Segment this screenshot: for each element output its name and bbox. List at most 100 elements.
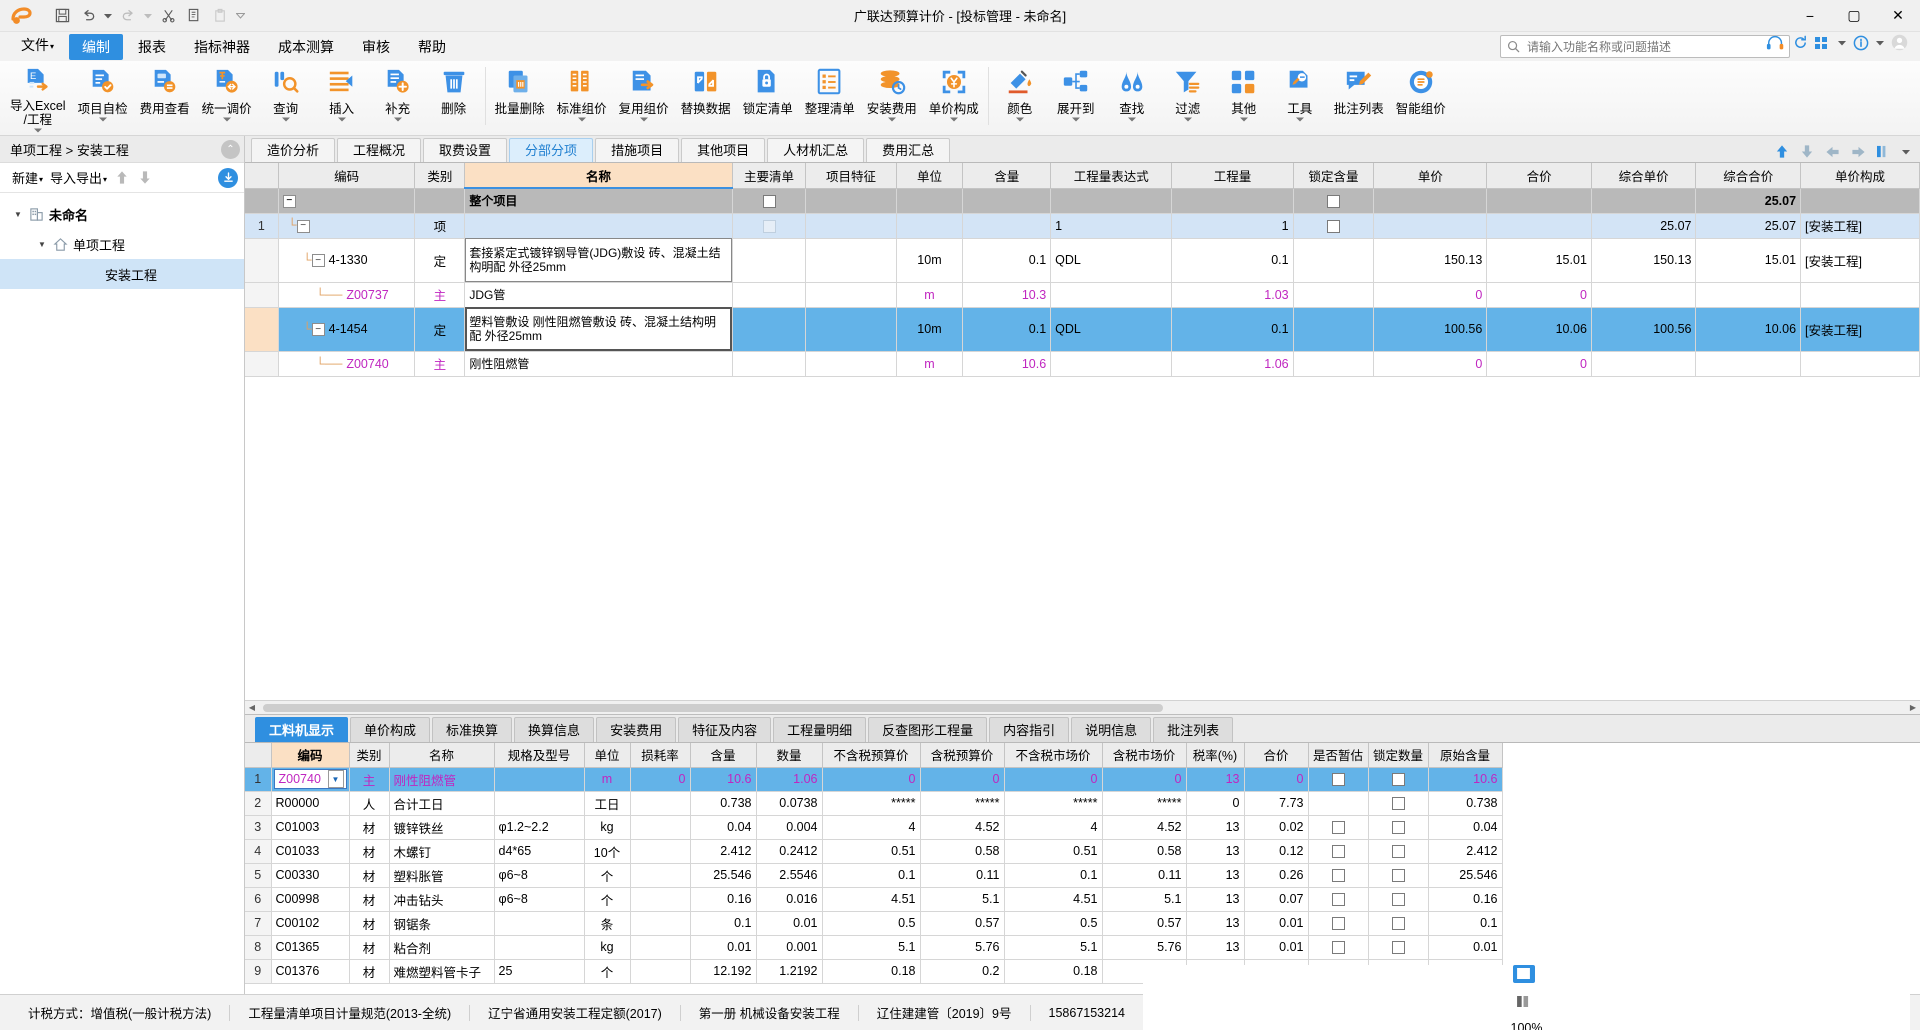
download-icon[interactable] — [218, 167, 238, 188]
ribbon-button-replace-data[interactable]: 替换数据 — [675, 61, 737, 135]
ribbon-button-insert[interactable]: 插入 — [314, 61, 370, 135]
tree-expander-icon[interactable]: ▼ — [34, 240, 50, 249]
refresh-icon[interactable] — [1793, 35, 1808, 50]
ribbon-button-fee-view[interactable]: 费用查看 — [134, 61, 196, 135]
save-icon[interactable] — [50, 4, 74, 28]
cell-lock-qty[interactable] — [1368, 839, 1429, 864]
cell-major-checkbox[interactable] — [732, 213, 807, 239]
cell-code[interactable]: C01365 — [271, 935, 350, 960]
ribbon-button-unit-price-composition[interactable]: 单价构成 — [923, 61, 985, 135]
ribbon-button-find[interactable]: 查找 — [1104, 61, 1160, 135]
provisional-checkbox[interactable] — [1331, 941, 1345, 955]
tab-1[interactable]: 工程概况 — [337, 138, 422, 162]
chevron-down-icon[interactable] — [337, 117, 346, 124]
table-row[interactable]: 3 C01003 材镀锌铁丝 φ1.2~2.2 kg 0.04 0.004 4 4.52 4 4.5… — [245, 815, 1503, 840]
ribbon-button-batch-delete[interactable]: 批量删除 — [489, 61, 551, 135]
cell-lock-qty[interactable] — [1368, 791, 1429, 816]
column-header-unit[interactable]: 单位 — [896, 163, 964, 189]
cell-lock-qty[interactable] — [1368, 767, 1429, 792]
bcolumn-header-nobudget[interactable]: 不含税预算价 — [822, 743, 921, 768]
tab-0[interactable]: 造价分析 — [251, 138, 336, 162]
table-row[interactable]: 1 └ − 项 1 1 25.07 25.07 [安装工程] — [245, 213, 1920, 239]
ribbon-button-delete[interactable]: 删除 — [426, 61, 482, 135]
tab-6[interactable]: 人材机汇总 — [767, 138, 865, 162]
table-row[interactable]: └── Z00737 主 JDG管 m 10.3 1.03 0 0 — [245, 282, 1920, 308]
bcolumn-header-qty[interactable]: 数量 — [756, 743, 823, 768]
caret-down-icon[interactable] — [1838, 40, 1846, 46]
cell-lock-checkbox[interactable] — [1293, 351, 1375, 377]
column-header-name[interactable]: 名称 — [464, 163, 733, 189]
bcolumn-header-market[interactable]: 含税市场价 — [1102, 743, 1187, 768]
cell-lock-qty[interactable] — [1368, 863, 1429, 888]
cell-lock-checkbox[interactable] — [1293, 307, 1375, 352]
tab-4[interactable]: 措施项目 — [595, 138, 680, 162]
lock-qty-checkbox[interactable] — [1391, 773, 1405, 787]
provisional-checkbox[interactable] — [1331, 845, 1345, 859]
row-expander-icon[interactable]: − — [282, 194, 296, 208]
row-expander-icon[interactable]: − — [296, 219, 310, 233]
cell-lock-qty[interactable] — [1368, 911, 1429, 936]
tab-5[interactable]: 其他项目 — [681, 138, 766, 162]
table-row[interactable]: 8 C01365 材粘合剂 kg 0.01 0.001 5.1 5.76 5.1 5.76 13 0.… — [245, 935, 1503, 960]
column-settings-icon[interactable] — [1877, 145, 1891, 159]
provisional-checkbox[interactable] — [1331, 869, 1345, 883]
minimize-button[interactable]: − — [1788, 0, 1832, 32]
column-header-major[interactable]: 主要清单 — [732, 163, 807, 189]
menu-item-audit[interactable]: 审核 — [349, 34, 403, 60]
cell-lock-checkbox[interactable] — [1293, 282, 1375, 308]
chevron-down-icon[interactable] — [887, 117, 896, 124]
cell-code[interactable]: └── Z00737 — [278, 282, 416, 308]
bcolumn-header-unit[interactable]: 单位 — [584, 743, 631, 768]
cell-lock-qty[interactable] — [1368, 887, 1429, 912]
ribbon-button-filter[interactable]: 过滤 — [1160, 61, 1216, 135]
chevron-down-icon[interactable] — [33, 128, 42, 135]
ribbon-button-expand-to[interactable]: 展开到 — [1048, 61, 1104, 135]
column-header-total[interactable]: 合价 — [1486, 163, 1592, 189]
tree-expander-icon[interactable]: ▼ — [10, 210, 26, 219]
column-header-price[interactable]: 单价 — [1373, 163, 1488, 189]
bottom-tab-9[interactable]: 说明信息 — [1071, 717, 1152, 742]
cell-name[interactable] — [464, 213, 733, 239]
customize-dropdown-icon[interactable] — [234, 4, 246, 28]
column-header-qty[interactable]: 工程量 — [1171, 163, 1294, 189]
ribbon-button-project-check[interactable]: 项目自检 — [72, 61, 134, 135]
chevron-down-icon[interactable] — [1183, 117, 1192, 124]
ribbon-button-color[interactable]: 颜色 — [992, 61, 1048, 135]
headset-icon[interactable] — [1766, 35, 1786, 51]
lock-qty-checkbox[interactable] — [1391, 941, 1405, 955]
cell-estimate[interactable] — [1308, 887, 1369, 912]
redo-icon[interactable] — [116, 4, 140, 28]
column-header-comp[interactable]: 单价构成 — [1800, 163, 1920, 189]
view-split-icon[interactable] — [1513, 993, 1535, 1011]
ribbon-button-tools[interactable]: 工具 — [1272, 61, 1328, 135]
view-single-icon[interactable] — [1512, 964, 1535, 983]
column-header-kind[interactable]: 类别 — [414, 163, 466, 189]
hscroll-track[interactable] — [259, 702, 1906, 713]
table-row[interactable]: 1 Z00740 ▼ 主刚性阻燃管 m 0 10.6 1.06 0 0 0 0 13 0 10.6 — [245, 767, 1503, 792]
cell-code[interactable]: C01376 — [271, 959, 350, 984]
menu-item-indicator[interactable]: 指标神器 — [181, 34, 263, 60]
cell-code[interactable]: └ − — [278, 213, 416, 239]
table-row[interactable]: 5 C00330 材塑料胀管 φ6~8 个 25.546 2.5546 0.1 0.11 0.1 0… — [245, 863, 1503, 888]
cell-code[interactable]: C01033 — [271, 839, 350, 864]
bottom-tab-4[interactable]: 安装费用 — [596, 717, 677, 742]
copy-icon[interactable] — [182, 4, 206, 28]
cell-major-checkbox[interactable] — [732, 188, 807, 214]
chevron-down-icon[interactable] — [98, 117, 107, 124]
chevron-down-icon[interactable] — [1295, 117, 1304, 124]
cell-estimate[interactable] — [1308, 791, 1369, 816]
cell-name[interactable]: 套接紧定式镀锌钢导管(JDG)敷设 砖、混凝土结构明配 外径25mm — [464, 238, 733, 283]
cell-code[interactable]: C00330 — [271, 863, 350, 888]
move-right-icon[interactable] — [1851, 145, 1866, 159]
lock-content-checkbox[interactable] — [1327, 219, 1341, 233]
move-up-icon[interactable] — [1775, 144, 1789, 159]
column-header-idx[interactable] — [245, 163, 279, 189]
cell-name[interactable]: 刚性阻燃管 — [464, 351, 733, 377]
bcolumn-header-total[interactable]: 合价 — [1244, 743, 1309, 768]
table-row[interactable]: └── Z00740 主刚性阻燃管 m 10.6 1.06 0 0 — [245, 351, 1920, 377]
collapse-panel-icon[interactable]: ⌃ — [221, 139, 240, 159]
lock-content-checkbox[interactable] — [1327, 194, 1341, 208]
move-left-icon[interactable] — [1825, 145, 1840, 159]
apps-grid-icon[interactable] — [1815, 36, 1831, 50]
tab-7[interactable]: 费用汇总 — [866, 138, 951, 162]
